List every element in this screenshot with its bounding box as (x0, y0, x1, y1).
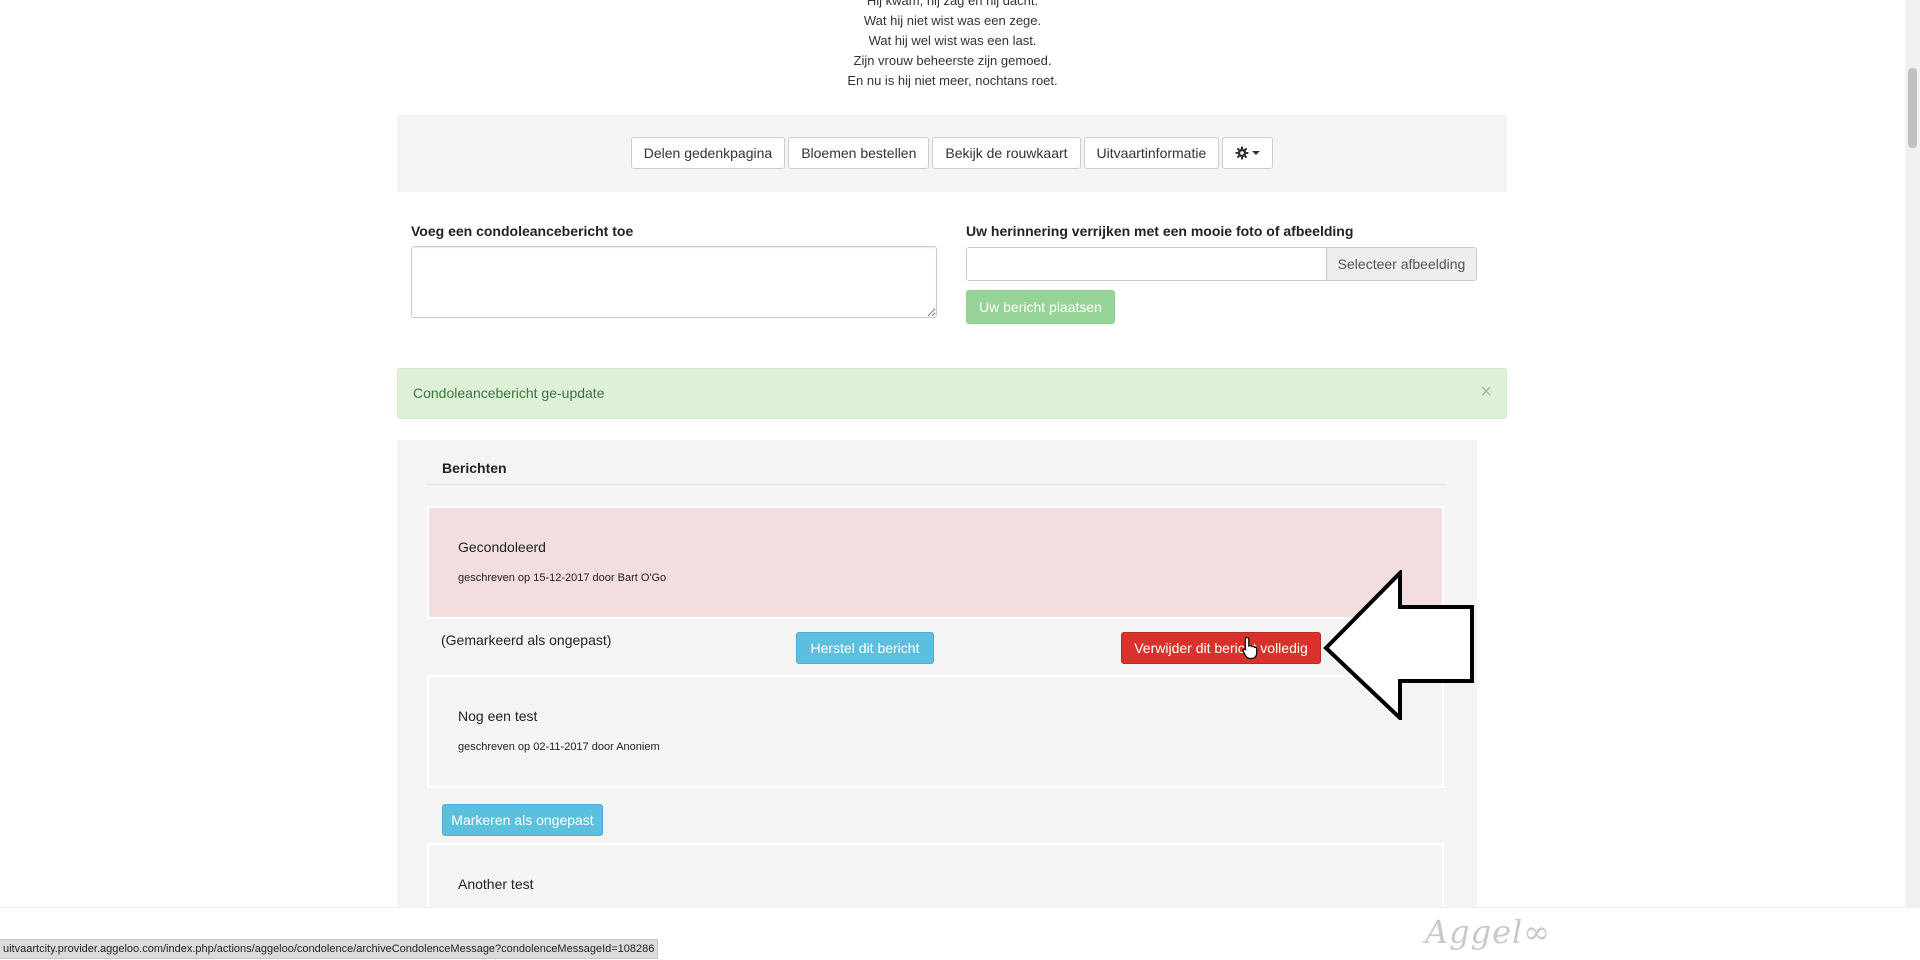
status-bar-url: uitvaartcity.provider.aggeloo.com/index.… (0, 939, 659, 959)
divider (427, 484, 1447, 485)
message-title: Gecondoleerd (458, 539, 546, 555)
message-title: Nog een test (458, 708, 538, 724)
post-message-button[interactable]: Uw bericht plaatsen (966, 290, 1115, 324)
message-card: Nog een test geschreven op 02-11-2017 do… (427, 675, 1444, 788)
poem-line: En nu is hij niet meer, nochtans roet. (847, 73, 1058, 88)
chevron-down-icon (1252, 151, 1261, 155)
select-image-button[interactable]: Selecteer afbeelding (1326, 247, 1477, 281)
page-scrollbar[interactable] (1905, 0, 1920, 907)
settings-dropdown-button[interactable] (1222, 137, 1274, 169)
actions-bar: Delen gedenkpagina Bloemen bestellen Bek… (397, 115, 1507, 192)
restore-message-button[interactable]: Herstel dit bericht (796, 632, 934, 664)
actions-group: Delen gedenkpagina Bloemen bestellen Bek… (397, 137, 1507, 169)
flag-inappropriate-button[interactable]: Markeren als ongepast (442, 804, 603, 836)
condolence-label: Voeg een condoleancebericht toe (411, 223, 634, 239)
share-memorial-button[interactable]: Delen gedenkpagina (630, 137, 786, 169)
poem: Hij kwam, hij zag en hij dacht. Wat hij … (0, 0, 1905, 91)
poem-line: Hij kwam, hij zag en hij dacht. (866, 0, 1039, 8)
close-icon[interactable]: × (1480, 369, 1492, 415)
delete-message-button[interactable]: Verwijder dit bericht volledig (1121, 632, 1321, 664)
messages-heading: Berichten (442, 460, 507, 476)
brand-logo: Aggel∞ (1425, 913, 1551, 951)
condolence-textarea[interactable] (411, 246, 937, 318)
message-title: Another test (458, 876, 534, 892)
gear-icon (1235, 146, 1249, 160)
message-meta: geschreven op 15-12-2017 door Bart O'Go (458, 572, 667, 584)
message-card: Gecondoleerd geschreven op 15-12-2017 do… (427, 506, 1444, 619)
message-card: Another test (427, 843, 1444, 910)
photo-label: Uw herinnering verrijken met een mooie f… (966, 223, 1354, 239)
message-meta: geschreven op 02-11-2017 door Anoniem (458, 741, 660, 753)
poem-line: Wat hij niet wist was een zege. (863, 13, 1042, 28)
order-flowers-button[interactable]: Bloemen bestellen (788, 137, 930, 169)
funeral-info-button[interactable]: Uitvaartinformatie (1083, 137, 1220, 169)
view-card-button[interactable]: Bekijk de rouwkaart (932, 137, 1081, 169)
photo-filename-field[interactable] (966, 247, 1327, 281)
alert-text: Condoleancebericht ge-update (413, 385, 605, 401)
poem-line: Wat hij wel wist was een last. (868, 33, 1037, 48)
success-alert: Condoleancebericht ge-update × (397, 368, 1507, 419)
messages-panel: Berichten Gecondoleerd geschreven op 15-… (397, 440, 1477, 910)
flagged-status: (Gemarkeerd als ongepast) (441, 632, 612, 648)
poem-line: Zijn vrouw beheerste zijn gemoed. (853, 53, 1052, 68)
annotation-arrow-icon (1323, 570, 1474, 720)
scrollbar-thumb[interactable] (1908, 68, 1917, 148)
hand-pointer-icon (1242, 636, 1258, 660)
